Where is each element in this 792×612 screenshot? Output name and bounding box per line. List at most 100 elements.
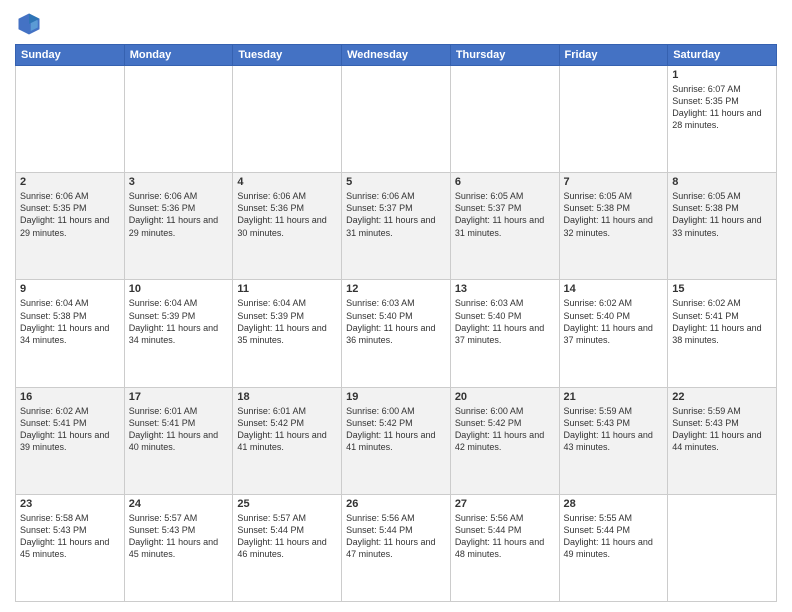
calendar-cell: 6 Sunrise: 6:05 AM Sunset: 5:37 PM Daylig… xyxy=(450,173,559,280)
calendar-week-5: 23 Sunrise: 5:58 AM Sunset: 5:43 PM Dayli… xyxy=(16,494,777,601)
day-number: 7 xyxy=(564,176,664,188)
calendar-cell xyxy=(450,66,559,173)
calendar-week-3: 9 Sunrise: 6:04 AM Sunset: 5:38 PM Daylig… xyxy=(16,280,777,387)
day-header-thursday: Thursday xyxy=(450,45,559,66)
calendar-cell xyxy=(668,494,777,601)
calendar-cell: 26 Sunrise: 5:56 AM Sunset: 5:44 PM Dayli… xyxy=(342,494,451,601)
calendar-cell: 11Sunrise: 6:04 AM Sunset: 5:39 PM Dayli… xyxy=(233,280,342,387)
calendar-cell: 20 Sunrise: 6:00 AM Sunset: 5:42 PM Dayli… xyxy=(450,387,559,494)
calendar-cell: 3 Sunrise: 6:06 AM Sunset: 5:36 PM Daylig… xyxy=(124,173,233,280)
day-number: 17 xyxy=(129,391,229,403)
day-number: 12 xyxy=(346,283,446,295)
day-info: Sunrise: 6:02 AM Sunset: 5:41 PM Dayligh… xyxy=(20,405,120,454)
day-number: 15 xyxy=(672,283,772,295)
day-info: Sunrise: 6:05 AM Sunset: 5:37 PM Dayligh… xyxy=(455,190,555,239)
day-number: 11 xyxy=(237,283,337,295)
day-number: 13 xyxy=(455,283,555,295)
calendar-cell: 24 Sunrise: 5:57 AM Sunset: 5:43 PM Dayli… xyxy=(124,494,233,601)
day-info: Sunrise: 5:59 AM Sunset: 5:43 PM Dayligh… xyxy=(564,405,664,454)
logo xyxy=(15,10,47,38)
calendar-cell: 15 Sunrise: 6:02 AM Sunset: 5:41 PM Dayli… xyxy=(668,280,777,387)
day-info: Sunrise: 6:03 AM Sunset: 5:40 PM Dayligh… xyxy=(346,297,446,346)
day-info: Sunrise: 6:01 AM Sunset: 5:41 PM Dayligh… xyxy=(129,405,229,454)
calendar-week-1: 1 Sunrise: 6:07 AM Sunset: 5:35 PM Daylig… xyxy=(16,66,777,173)
day-number: 25 xyxy=(237,498,337,510)
day-info: Sunrise: 5:58 AM Sunset: 5:43 PM Dayligh… xyxy=(20,512,120,561)
day-number: 27 xyxy=(455,498,555,510)
calendar-cell: 8Sunrise: 6:05 AM Sunset: 5:38 PM Daylig… xyxy=(668,173,777,280)
day-number: 6 xyxy=(455,176,555,188)
day-info: Sunrise: 6:02 AM Sunset: 5:40 PM Dayligh… xyxy=(564,297,664,346)
day-info: Sunrise: 6:02 AM Sunset: 5:41 PM Dayligh… xyxy=(672,297,772,346)
day-number: 23 xyxy=(20,498,120,510)
day-info: Sunrise: 6:04 AM Sunset: 5:38 PM Dayligh… xyxy=(20,297,120,346)
calendar-cell: 14 Sunrise: 6:02 AM Sunset: 5:40 PM Dayli… xyxy=(559,280,668,387)
day-info: Sunrise: 6:06 AM Sunset: 5:36 PM Dayligh… xyxy=(237,190,337,239)
calendar-cell: 7 Sunrise: 6:05 AM Sunset: 5:38 PM Daylig… xyxy=(559,173,668,280)
calendar-table: SundayMondayTuesdayWednesdayThursdayFrid… xyxy=(15,44,777,602)
day-header-wednesday: Wednesday xyxy=(342,45,451,66)
day-number: 19 xyxy=(346,391,446,403)
calendar-cell: 5 Sunrise: 6:06 AM Sunset: 5:37 PM Daylig… xyxy=(342,173,451,280)
day-info: Sunrise: 6:00 AM Sunset: 5:42 PM Dayligh… xyxy=(455,405,555,454)
day-info: Sunrise: 6:01 AM Sunset: 5:42 PM Dayligh… xyxy=(237,405,337,454)
day-info: Sunrise: 6:05 AM Sunset: 5:38 PM Dayligh… xyxy=(564,190,664,239)
day-info: Sunrise: 5:55 AM Sunset: 5:44 PM Dayligh… xyxy=(564,512,664,561)
calendar-cell: 23 Sunrise: 5:58 AM Sunset: 5:43 PM Dayli… xyxy=(16,494,125,601)
day-info: Sunrise: 6:03 AM Sunset: 5:40 PM Dayligh… xyxy=(455,297,555,346)
calendar-cell: 28 Sunrise: 5:55 AM Sunset: 5:44 PM Dayli… xyxy=(559,494,668,601)
page: SundayMondayTuesdayWednesdayThursdayFrid… xyxy=(0,0,792,612)
day-number: 3 xyxy=(129,176,229,188)
calendar-cell xyxy=(342,66,451,173)
day-number: 21 xyxy=(564,391,664,403)
calendar-cell: 21 Sunrise: 5:59 AM Sunset: 5:43 PM Dayli… xyxy=(559,387,668,494)
calendar-cell: 19 Sunrise: 6:00 AM Sunset: 5:42 PM Dayli… xyxy=(342,387,451,494)
day-info: Sunrise: 6:04 AM Sunset: 5:39 PM Dayligh… xyxy=(129,297,229,346)
day-number: 4 xyxy=(237,176,337,188)
day-info: Sunrise: 5:56 AM Sunset: 5:44 PM Dayligh… xyxy=(455,512,555,561)
day-number: 18 xyxy=(237,391,337,403)
calendar-cell: 25 Sunrise: 5:57 AM Sunset: 5:44 PM Dayli… xyxy=(233,494,342,601)
logo-icon xyxy=(15,10,43,38)
day-info: Sunrise: 5:57 AM Sunset: 5:44 PM Dayligh… xyxy=(237,512,337,561)
calendar-week-2: 2Sunrise: 6:06 AM Sunset: 5:35 PM Daylig… xyxy=(16,173,777,280)
day-info: Sunrise: 6:06 AM Sunset: 5:36 PM Dayligh… xyxy=(129,190,229,239)
calendar-cell xyxy=(16,66,125,173)
calendar-cell: 27 Sunrise: 5:56 AM Sunset: 5:44 PM Dayli… xyxy=(450,494,559,601)
day-number: 28 xyxy=(564,498,664,510)
day-number: 8 xyxy=(672,176,772,188)
day-header-friday: Friday xyxy=(559,45,668,66)
day-info: Sunrise: 5:57 AM Sunset: 5:43 PM Dayligh… xyxy=(129,512,229,561)
calendar-cell: 4 Sunrise: 6:06 AM Sunset: 5:36 PM Daylig… xyxy=(233,173,342,280)
day-info: Sunrise: 6:07 AM Sunset: 5:35 PM Dayligh… xyxy=(672,83,772,132)
day-number: 16 xyxy=(20,391,120,403)
day-number: 22 xyxy=(672,391,772,403)
day-number: 24 xyxy=(129,498,229,510)
calendar-cell: 17 Sunrise: 6:01 AM Sunset: 5:41 PM Dayli… xyxy=(124,387,233,494)
calendar-body: 1 Sunrise: 6:07 AM Sunset: 5:35 PM Daylig… xyxy=(16,66,777,602)
day-number: 20 xyxy=(455,391,555,403)
calendar-cell xyxy=(124,66,233,173)
header-row: SundayMondayTuesdayWednesdayThursdayFrid… xyxy=(16,45,777,66)
calendar-header: SundayMondayTuesdayWednesdayThursdayFrid… xyxy=(16,45,777,66)
day-info: Sunrise: 6:06 AM Sunset: 5:37 PM Dayligh… xyxy=(346,190,446,239)
calendar-cell: 18 Sunrise: 6:01 AM Sunset: 5:42 PM Dayli… xyxy=(233,387,342,494)
calendar-cell xyxy=(233,66,342,173)
day-header-monday: Monday xyxy=(124,45,233,66)
day-info: Sunrise: 6:00 AM Sunset: 5:42 PM Dayligh… xyxy=(346,405,446,454)
day-number: 9 xyxy=(20,283,120,295)
calendar-cell: 13 Sunrise: 6:03 AM Sunset: 5:40 PM Dayli… xyxy=(450,280,559,387)
calendar-cell xyxy=(559,66,668,173)
day-number: 1 xyxy=(672,69,772,81)
calendar-cell: 16 Sunrise: 6:02 AM Sunset: 5:41 PM Dayli… xyxy=(16,387,125,494)
calendar-cell: 1 Sunrise: 6:07 AM Sunset: 5:35 PM Daylig… xyxy=(668,66,777,173)
day-info: Sunrise: 5:56 AM Sunset: 5:44 PM Dayligh… xyxy=(346,512,446,561)
day-number: 5 xyxy=(346,176,446,188)
day-header-tuesday: Tuesday xyxy=(233,45,342,66)
day-number: 26 xyxy=(346,498,446,510)
day-header-saturday: Saturday xyxy=(668,45,777,66)
day-number: 14 xyxy=(564,283,664,295)
calendar-week-4: 16 Sunrise: 6:02 AM Sunset: 5:41 PM Dayli… xyxy=(16,387,777,494)
calendar-cell: 10Sunrise: 6:04 AM Sunset: 5:39 PM Dayli… xyxy=(124,280,233,387)
day-info: Sunrise: 6:06 AM Sunset: 5:35 PM Dayligh… xyxy=(20,190,120,239)
